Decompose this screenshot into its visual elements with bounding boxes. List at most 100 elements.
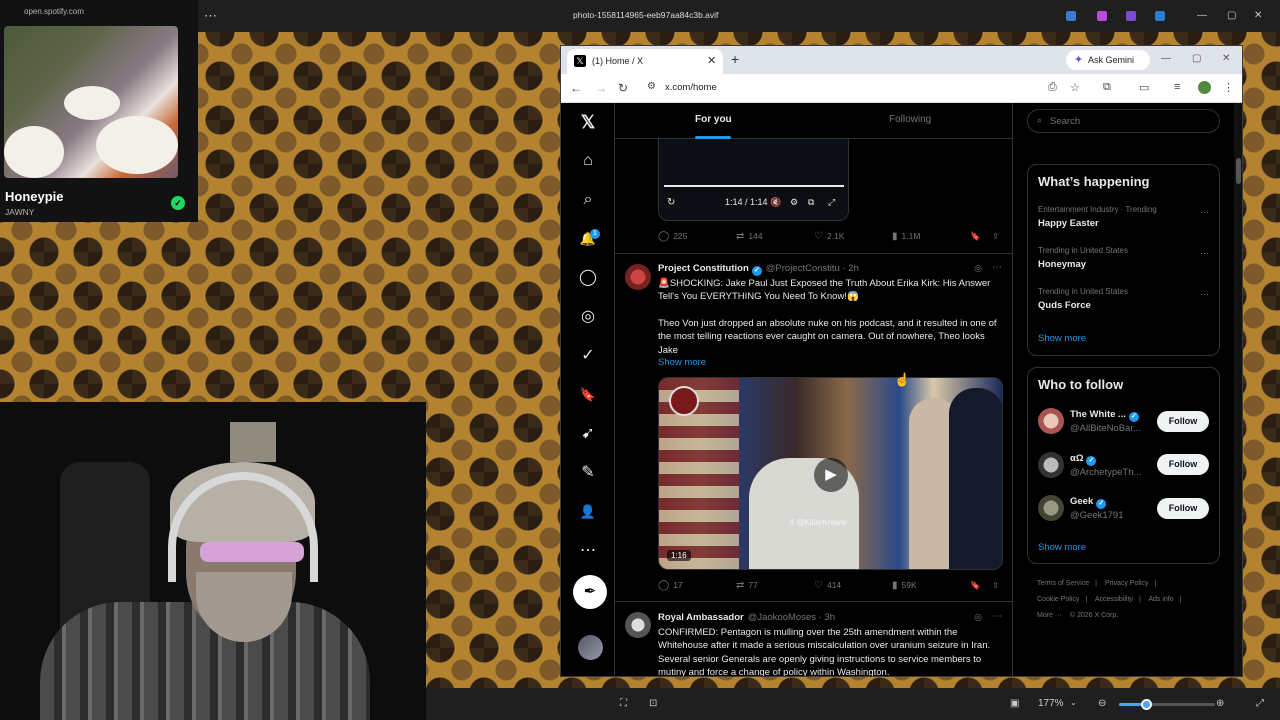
footer-link[interactable]: Cookie Policy — [1037, 596, 1079, 603]
share-button[interactable]: ⇪ — [992, 231, 999, 242]
suggested-name[interactable]: Geek ✓ — [1070, 496, 1107, 509]
verified-orgs-icon[interactable]: ✓ — [577, 345, 599, 367]
tray-app-icon[interactable] — [1097, 11, 1107, 21]
show-more-follow-link[interactable]: Show more — [1038, 542, 1086, 553]
pip-icon[interactable]: ⧉ — [808, 197, 814, 208]
grok-explain-icon[interactable]: ◎ — [974, 612, 982, 623]
reply-button[interactable]: ◯ 225 — [658, 231, 687, 242]
footer-link[interactable]: Ads info — [1148, 596, 1173, 603]
zoom-dropdown-icon[interactable]: ⌄ — [1070, 698, 1077, 707]
rocket-icon[interactable]: ➹ — [577, 423, 599, 445]
bookmarks-icon[interactable]: 🔖 — [577, 384, 599, 406]
expand-icon[interactable]: ⤢ — [1256, 698, 1264, 709]
tray-app-icon[interactable] — [1155, 11, 1165, 21]
play-icon[interactable]: ▶ — [814, 458, 848, 492]
zoom-slider-thumb[interactable] — [1141, 699, 1152, 710]
repost-button[interactable]: ⇄ 144 — [736, 231, 763, 242]
profile-avatar[interactable] — [1198, 81, 1211, 94]
follow-button[interactable]: Follow — [1157, 498, 1209, 519]
back-icon[interactable]: ← — [570, 81, 582, 95]
suggested-name[interactable]: The White ... ✓ — [1070, 409, 1139, 422]
fit-window-icon[interactable]: ▣ — [1010, 698, 1019, 709]
fit-screen-icon[interactable]: ⛶ — [620, 698, 627, 709]
trend-more-icon[interactable]: ⋯ — [1200, 207, 1209, 218]
media-control-icon[interactable]: ≡ — [1174, 81, 1180, 93]
tab-following[interactable]: Following — [889, 114, 931, 125]
tweet-avatar[interactable] — [625, 264, 651, 290]
show-more-trends-link[interactable]: Show more — [1038, 333, 1086, 344]
browser-minimize-button[interactable]: — — [1161, 53, 1171, 64]
compose-post-button[interactable]: ✒ — [573, 575, 607, 609]
page-scrollbar[interactable] — [1234, 103, 1242, 676]
url-field[interactable]: x.com/home — [665, 82, 717, 93]
footer-link[interactable]: More ··· — [1037, 612, 1062, 619]
tweet-more-icon[interactable]: ⋯ — [992, 262, 1002, 273]
views-button[interactable]: ▮ 59K — [892, 580, 917, 591]
viewer-more-icon[interactable]: ⋯ — [204, 8, 217, 24]
follow-button[interactable]: Follow — [1157, 454, 1209, 475]
views-button[interactable]: ▮ 1.1M — [892, 231, 920, 242]
install-app-icon[interactable]: ⎙ — [1048, 81, 1057, 94]
explore-search-icon[interactable]: ⌕ — [577, 189, 599, 211]
reload-icon[interactable]: ↻ — [618, 81, 628, 95]
tab-close-icon[interactable]: ✕ — [707, 54, 716, 67]
zoom-out-icon[interactable]: ⊖ — [1098, 698, 1106, 709]
fullscreen-icon[interactable]: ⤢ — [828, 197, 835, 208]
tray-app-icon[interactable] — [1066, 11, 1076, 21]
like-button[interactable]: ♡ 414 — [814, 580, 841, 591]
follow-button[interactable]: Follow — [1157, 411, 1209, 432]
messages-icon[interactable]: ◯ — [577, 267, 599, 289]
site-info-icon[interactable]: ⚙ — [647, 81, 656, 92]
trend-name[interactable]: Happy Easter — [1038, 218, 1099, 229]
suggested-avatar[interactable] — [1038, 495, 1064, 521]
browser-close-button[interactable]: ✕ — [1222, 53, 1230, 64]
footer-link[interactable]: Privacy Policy — [1105, 580, 1149, 587]
zoom-slider[interactable] — [1119, 703, 1215, 706]
tab-x-home[interactable]: 𝕏 (1) Home / X ✕ — [567, 49, 723, 74]
settings-icon[interactable]: ⚙ — [790, 197, 798, 208]
tweet-avatar[interactable] — [625, 612, 651, 638]
ask-gemini-button[interactable]: ✦ Ask Gemini — [1066, 50, 1150, 70]
profile-icon[interactable]: 👤 — [577, 501, 599, 523]
trend-more-icon[interactable]: ⋯ — [1200, 289, 1209, 300]
previous-tweet-video[interactable]: ↻ 1:14 / 1:14 🔇 ⚙ ⧉ ⤢ — [658, 139, 849, 221]
liked-check-icon[interactable]: ✓ — [171, 196, 185, 210]
video-progress-bar[interactable] — [664, 185, 844, 187]
x-logo-icon[interactable]: 𝕏 — [577, 111, 599, 133]
bookmark-button[interactable]: 🔖 — [970, 231, 981, 242]
tweet-more-icon[interactable]: ⋯ — [992, 611, 1002, 622]
forward-icon[interactable]: → — [595, 81, 607, 95]
viewer-close-button[interactable]: ✕ — [1254, 10, 1262, 21]
footer-link[interactable]: Terms of Service — [1037, 580, 1089, 587]
new-tab-button[interactable]: + — [731, 51, 739, 67]
side-panel-icon[interactable]: ▭ — [1139, 81, 1149, 94]
account-avatar[interactable] — [578, 635, 603, 660]
bookmark-button[interactable]: 🔖 — [970, 580, 981, 591]
tab-for-you[interactable]: For you — [695, 114, 732, 125]
repost-button[interactable]: ⇄ 77 — [736, 580, 758, 591]
share-button[interactable]: ⇪ — [992, 580, 999, 591]
reply-button[interactable]: ◯ 17 — [658, 580, 683, 591]
mute-icon[interactable]: 🔇 — [770, 197, 781, 208]
show-more-link[interactable]: Show more — [658, 357, 706, 368]
zoom-level[interactable]: 177% — [1038, 698, 1064, 709]
footer-link[interactable]: Accessibility — [1095, 596, 1133, 603]
bookmark-star-icon[interactable]: ☆ — [1070, 81, 1080, 94]
home-icon[interactable]: ⌂ — [577, 150, 599, 172]
scrollbar-thumb[interactable] — [1236, 158, 1241, 184]
like-button[interactable]: ♡ 2.1K — [814, 231, 844, 242]
viewer-maximize-button[interactable]: ▢ — [1227, 10, 1236, 21]
suggested-avatar[interactable] — [1038, 452, 1064, 478]
browser-menu-icon[interactable]: ⋮ — [1223, 81, 1234, 94]
tweet-author[interactable]: Project Constitution ✓ @ProjectConstitu · … — [658, 263, 859, 276]
tweet-video[interactable]: X @KillerKreww ▶ 1:16 — [658, 377, 1003, 570]
browser-maximize-button[interactable]: ▢ — [1192, 53, 1201, 64]
suggested-avatar[interactable] — [1038, 408, 1064, 434]
trend-more-icon[interactable]: ⋯ — [1200, 248, 1209, 259]
tray-app-icon[interactable] — [1126, 11, 1136, 21]
grok-explain-icon[interactable]: ◎ — [974, 263, 982, 274]
trend-name[interactable]: Quds Force — [1038, 300, 1091, 311]
search-input[interactable]: ⌕ Search — [1027, 109, 1220, 133]
viewer-minimize-button[interactable]: — — [1197, 10, 1207, 21]
extensions-icon[interactable]: ⧉ — [1103, 81, 1111, 94]
